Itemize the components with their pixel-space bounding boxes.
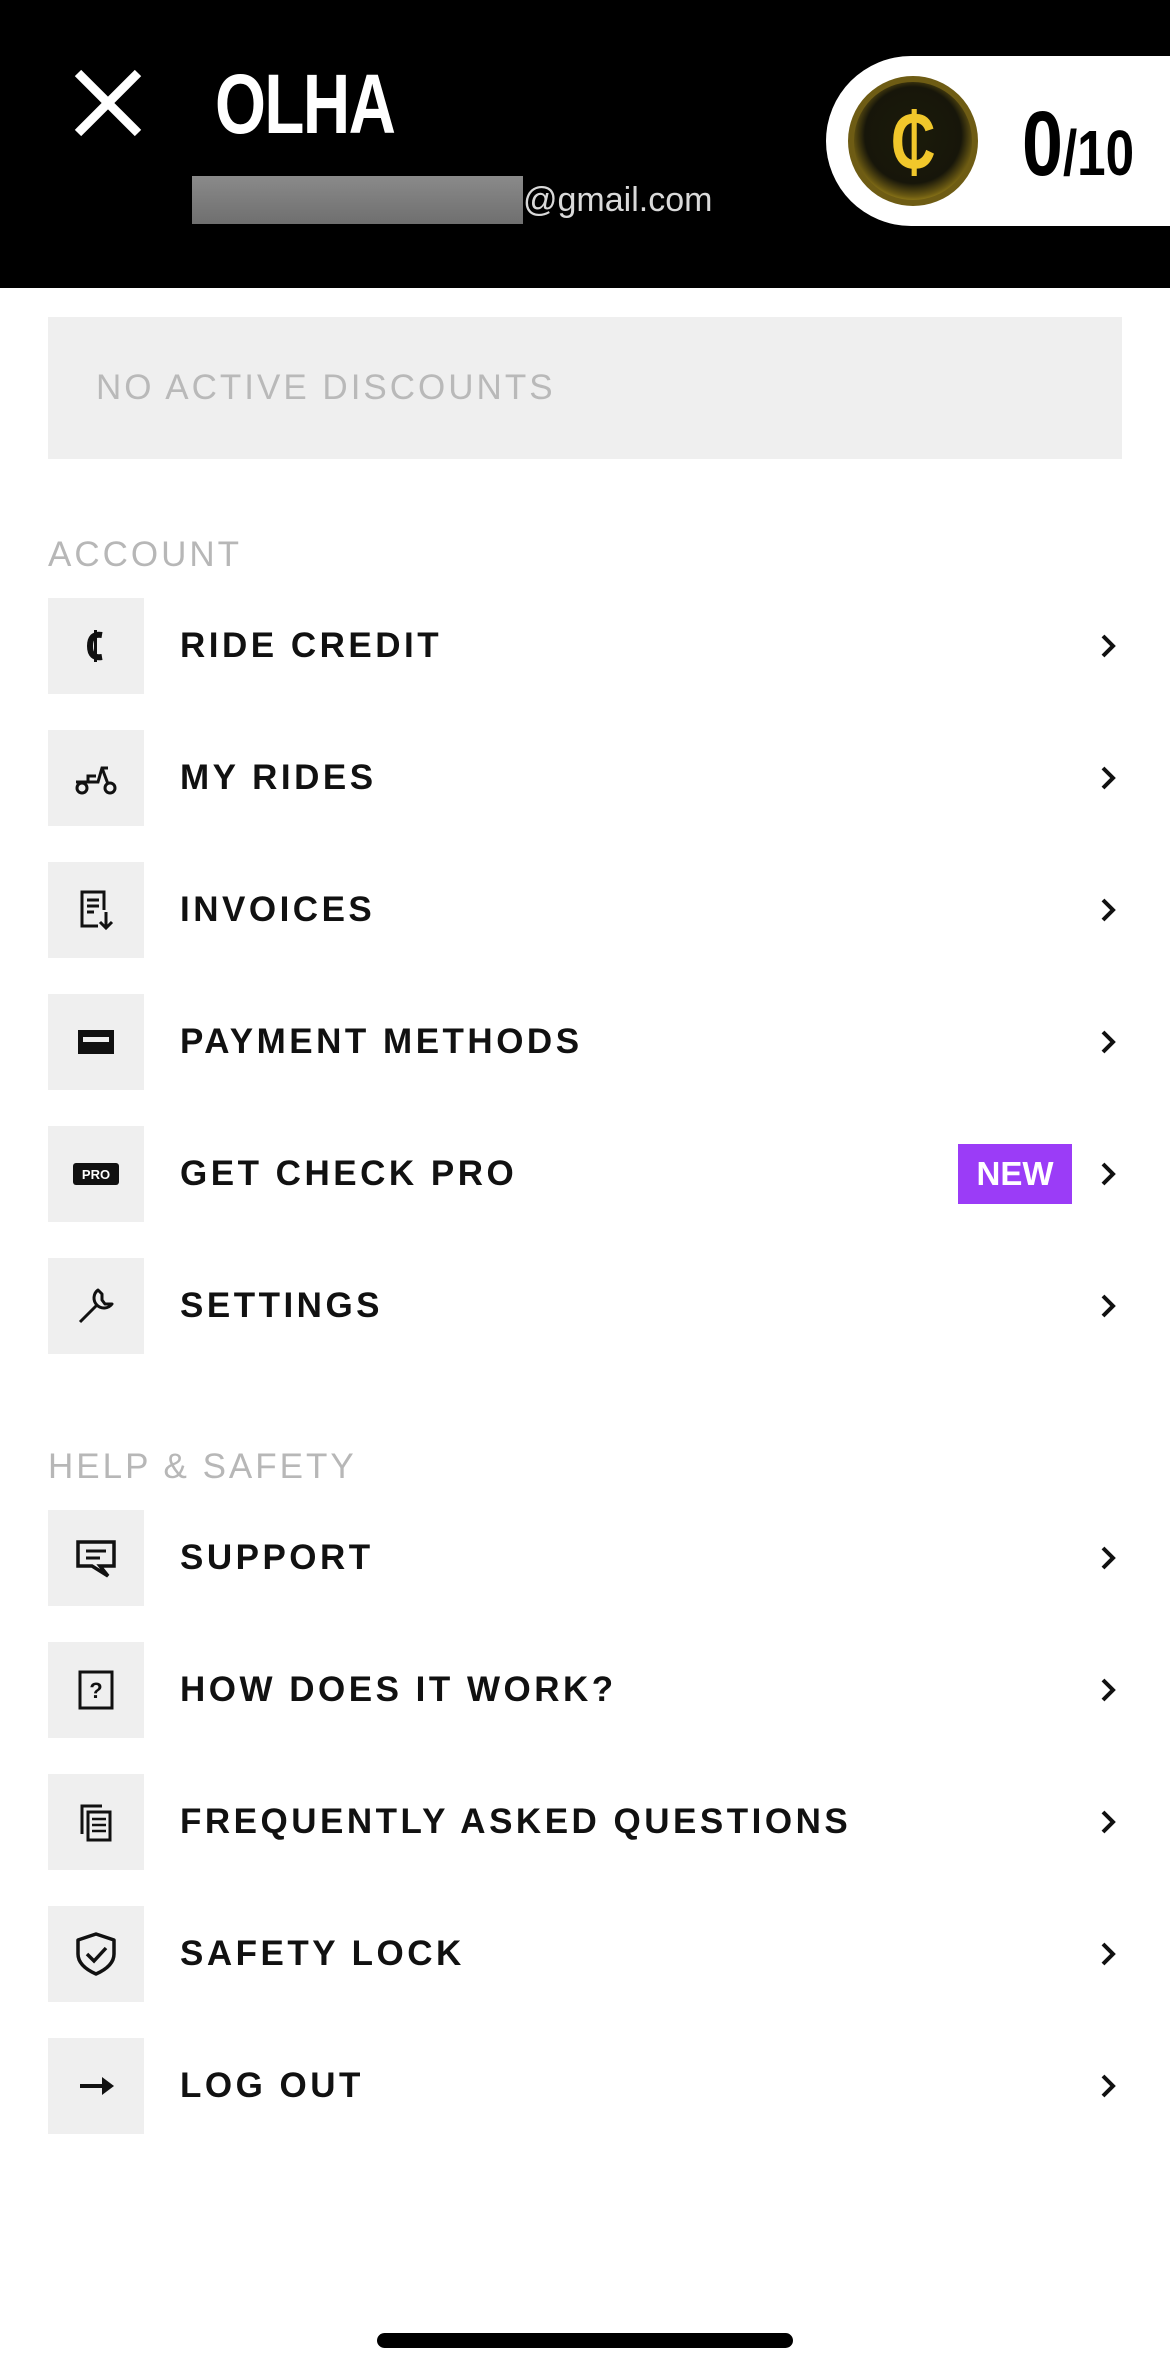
scooter-icon	[48, 730, 144, 826]
menu-item-invoices[interactable]: INVOICES	[48, 862, 1122, 958]
account-header: OLHA @gmail.com ₵ 0/10	[0, 0, 1170, 288]
chevron-right-icon	[1094, 1544, 1122, 1572]
menu-item-payment-methods[interactable]: PAYMENT METHODS	[48, 994, 1122, 1090]
chevron-right-icon	[1094, 2072, 1122, 2100]
user-email: @gmail.com	[192, 176, 712, 224]
shield-check-icon	[48, 1906, 144, 2002]
chevron-right-icon	[1094, 1160, 1122, 1188]
menu-item-get-check-pro[interactable]: PRO GET CHECK PRO NEW	[48, 1126, 1122, 1222]
chat-icon	[48, 1510, 144, 1606]
menu-label: GET CHECK PRO	[180, 1154, 518, 1193]
menu-label: LOG OUT	[180, 2066, 364, 2105]
close-icon	[74, 69, 142, 137]
ride-credit-icon	[48, 598, 144, 694]
credit-total: /10	[1062, 117, 1135, 189]
new-badge: NEW	[958, 1144, 1072, 1204]
email-domain: @gmail.com	[523, 180, 713, 219]
menu-item-settings[interactable]: SETTINGS	[48, 1258, 1122, 1354]
menu-item-safety-lock[interactable]: SAFETY LOCK	[48, 1906, 1122, 2002]
chevron-right-icon	[1094, 632, 1122, 660]
section-title-account: ACCOUNT	[48, 535, 243, 574]
credit-current: 0	[1022, 93, 1063, 195]
pro-icon: PRO	[48, 1126, 144, 1222]
coin-icon: ₵	[848, 76, 978, 206]
menu-label: SUPPORT	[180, 1538, 374, 1577]
chevron-right-icon	[1094, 764, 1122, 792]
menu-label: PAYMENT METHODS	[180, 1022, 583, 1061]
chevron-right-icon	[1094, 1808, 1122, 1836]
card-icon	[48, 994, 144, 1090]
wrench-icon	[48, 1258, 144, 1354]
user-name: OLHA	[215, 57, 396, 151]
menu-label: RIDE CREDIT	[180, 626, 443, 665]
menu-item-support[interactable]: SUPPORT	[48, 1510, 1122, 1606]
svg-text:?: ?	[89, 1678, 102, 1703]
chevron-right-icon	[1094, 1676, 1122, 1704]
menu-label: SAFETY LOCK	[180, 1934, 465, 1973]
arrow-right-icon	[48, 2038, 144, 2134]
question-icon: ?	[48, 1642, 144, 1738]
credit-counter: 0/10	[1022, 98, 1134, 190]
chevron-right-icon	[1094, 1940, 1122, 1968]
menu-item-how-does-it-work[interactable]: ? HOW DOES IT WORK?	[48, 1642, 1122, 1738]
menu-label: HOW DOES IT WORK?	[180, 1670, 617, 1709]
menu-label: INVOICES	[180, 890, 376, 929]
discount-label: NO ACTIVE DISCOUNTS	[96, 368, 556, 407]
coin-symbol: ₵	[890, 97, 936, 185]
menu-item-log-out[interactable]: LOG OUT	[48, 2038, 1122, 2134]
chevron-right-icon	[1094, 1292, 1122, 1320]
documents-icon	[48, 1774, 144, 1870]
menu-item-faq[interactable]: FREQUENTLY ASKED QUESTIONS	[48, 1774, 1122, 1870]
email-redaction	[192, 176, 523, 224]
home-indicator[interactable]	[377, 2333, 793, 2348]
close-button[interactable]	[60, 55, 156, 151]
menu-label: SETTINGS	[180, 1286, 384, 1325]
section-title-help-safety: HELP & SAFETY	[48, 1447, 357, 1486]
menu-item-ride-credit[interactable]: RIDE CREDIT	[48, 598, 1122, 694]
menu-item-my-rides[interactable]: MY RIDES	[48, 730, 1122, 826]
menu-label: MY RIDES	[180, 758, 377, 797]
svg-text:PRO: PRO	[82, 1167, 110, 1182]
menu-label: FREQUENTLY ASKED QUESTIONS	[180, 1802, 852, 1841]
chevron-right-icon	[1094, 896, 1122, 924]
ride-credit-pill[interactable]: ₵ 0/10	[826, 56, 1170, 226]
invoice-download-icon	[48, 862, 144, 958]
chevron-right-icon	[1094, 1028, 1122, 1056]
discount-banner: NO ACTIVE DISCOUNTS	[48, 317, 1122, 459]
